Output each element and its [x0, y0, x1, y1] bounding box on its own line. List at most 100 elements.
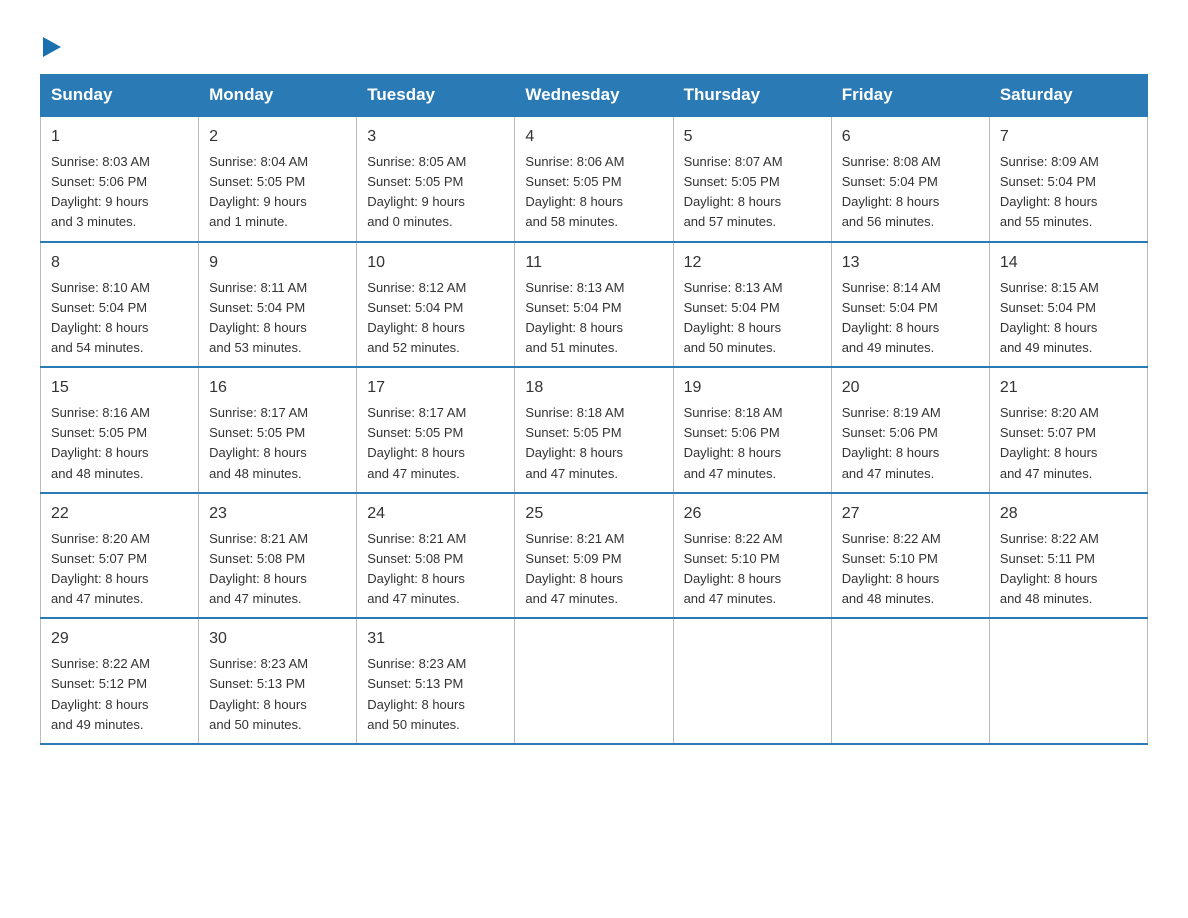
- weekday-header-monday: Monday: [199, 75, 357, 117]
- day-info: Sunrise: 8:07 AMSunset: 5:05 PMDaylight:…: [684, 152, 821, 233]
- page-header: [40, 30, 1148, 54]
- day-info: Sunrise: 8:17 AMSunset: 5:05 PMDaylight:…: [367, 403, 504, 484]
- calendar-cell: 24 Sunrise: 8:21 AMSunset: 5:08 PMDayligh…: [357, 493, 515, 619]
- calendar-cell: 6 Sunrise: 8:08 AMSunset: 5:04 PMDaylight…: [831, 116, 989, 242]
- calendar-cell: 29 Sunrise: 8:22 AMSunset: 5:12 PMDayligh…: [41, 618, 199, 744]
- day-info: Sunrise: 8:14 AMSunset: 5:04 PMDaylight:…: [842, 278, 979, 359]
- calendar-table: SundayMondayTuesdayWednesdayThursdayFrid…: [40, 74, 1148, 745]
- day-info: Sunrise: 8:16 AMSunset: 5:05 PMDaylight:…: [51, 403, 188, 484]
- day-number: 23: [209, 502, 346, 526]
- day-info: Sunrise: 8:03 AMSunset: 5:06 PMDaylight:…: [51, 152, 188, 233]
- day-info: Sunrise: 8:04 AMSunset: 5:05 PMDaylight:…: [209, 152, 346, 233]
- calendar-cell: 12Sunrise: 8:13 AMSunset: 5:04 PMDayligh…: [673, 242, 831, 368]
- calendar-cell: 28Sunrise: 8:22 AMSunset: 5:11 PMDayligh…: [989, 493, 1147, 619]
- day-number: 24: [367, 502, 504, 526]
- calendar-cell: 8 Sunrise: 8:10 AMSunset: 5:04 PMDaylight…: [41, 242, 199, 368]
- day-info: Sunrise: 8:23 AMSunset: 5:13 PMDaylight:…: [367, 654, 504, 735]
- day-number: 22: [51, 502, 188, 526]
- day-info: Sunrise: 8:19 AMSunset: 5:06 PMDaylight:…: [842, 403, 979, 484]
- day-number: 29: [51, 627, 188, 651]
- day-number: 30: [209, 627, 346, 651]
- calendar-cell: 27 Sunrise: 8:22 AMSunset: 5:10 PMDayligh…: [831, 493, 989, 619]
- day-number: 2: [209, 125, 346, 149]
- calendar-cell: 17 Sunrise: 8:17 AMSunset: 5:05 PMDayligh…: [357, 367, 515, 493]
- calendar-cell: 23 Sunrise: 8:21 AMSunset: 5:08 PMDayligh…: [199, 493, 357, 619]
- calendar-cell: 19 Sunrise: 8:18 AMSunset: 5:06 PMDayligh…: [673, 367, 831, 493]
- day-info: Sunrise: 8:20 AMSunset: 5:07 PMDaylight:…: [1000, 403, 1137, 484]
- day-number: 27: [842, 502, 979, 526]
- day-number: 16: [209, 376, 346, 400]
- day-number: 7: [1000, 125, 1137, 149]
- calendar-cell: 10 Sunrise: 8:12 AMSunset: 5:04 PMDayligh…: [357, 242, 515, 368]
- day-info: Sunrise: 8:05 AMSunset: 5:05 PMDaylight:…: [367, 152, 504, 233]
- day-number: 13: [842, 251, 979, 275]
- day-info: Sunrise: 8:21 AMSunset: 5:09 PMDaylight:…: [525, 529, 662, 610]
- week-row-5: 29 Sunrise: 8:22 AMSunset: 5:12 PMDayligh…: [41, 618, 1148, 744]
- day-info: Sunrise: 8:10 AMSunset: 5:04 PMDaylight:…: [51, 278, 188, 359]
- day-number: 20: [842, 376, 979, 400]
- week-row-1: 1 Sunrise: 8:03 AMSunset: 5:06 PMDaylight…: [41, 116, 1148, 242]
- day-number: 4: [525, 125, 662, 149]
- calendar-cell: [831, 618, 989, 744]
- weekday-header-sunday: Sunday: [41, 75, 199, 117]
- day-number: 21: [1000, 376, 1137, 400]
- day-number: 14: [1000, 251, 1137, 275]
- calendar-cell: 3Sunrise: 8:05 AMSunset: 5:05 PMDaylight…: [357, 116, 515, 242]
- day-number: 17: [367, 376, 504, 400]
- day-number: 31: [367, 627, 504, 651]
- weekday-header-friday: Friday: [831, 75, 989, 117]
- day-number: 1: [51, 125, 188, 149]
- calendar-cell: [673, 618, 831, 744]
- week-row-4: 22 Sunrise: 8:20 AMSunset: 5:07 PMDayligh…: [41, 493, 1148, 619]
- week-row-2: 8 Sunrise: 8:10 AMSunset: 5:04 PMDaylight…: [41, 242, 1148, 368]
- day-info: Sunrise: 8:20 AMSunset: 5:07 PMDaylight:…: [51, 529, 188, 610]
- weekday-header-wednesday: Wednesday: [515, 75, 673, 117]
- day-number: 11: [525, 251, 662, 275]
- day-info: Sunrise: 8:08 AMSunset: 5:04 PMDaylight:…: [842, 152, 979, 233]
- calendar-cell: 4 Sunrise: 8:06 AMSunset: 5:05 PMDaylight…: [515, 116, 673, 242]
- calendar-cell: 2 Sunrise: 8:04 AMSunset: 5:05 PMDaylight…: [199, 116, 357, 242]
- weekday-header-row: SundayMondayTuesdayWednesdayThursdayFrid…: [41, 75, 1148, 117]
- day-number: 8: [51, 251, 188, 275]
- calendar-cell: 15Sunrise: 8:16 AMSunset: 5:05 PMDayligh…: [41, 367, 199, 493]
- day-info: Sunrise: 8:12 AMSunset: 5:04 PMDaylight:…: [367, 278, 504, 359]
- calendar-cell: 13 Sunrise: 8:14 AMSunset: 5:04 PMDayligh…: [831, 242, 989, 368]
- day-info: Sunrise: 8:22 AMSunset: 5:12 PMDaylight:…: [51, 654, 188, 735]
- calendar-cell: 30 Sunrise: 8:23 AMSunset: 5:13 PMDayligh…: [199, 618, 357, 744]
- logo-text: [40, 30, 61, 62]
- day-info: Sunrise: 8:15 AMSunset: 5:04 PMDaylight:…: [1000, 278, 1137, 359]
- calendar-cell: 11Sunrise: 8:13 AMSunset: 5:04 PMDayligh…: [515, 242, 673, 368]
- day-number: 9: [209, 251, 346, 275]
- day-info: Sunrise: 8:21 AMSunset: 5:08 PMDaylight:…: [209, 529, 346, 610]
- day-number: 10: [367, 251, 504, 275]
- calendar-cell: 22 Sunrise: 8:20 AMSunset: 5:07 PMDayligh…: [41, 493, 199, 619]
- weekday-header-thursday: Thursday: [673, 75, 831, 117]
- day-info: Sunrise: 8:22 AMSunset: 5:10 PMDaylight:…: [842, 529, 979, 610]
- day-number: 12: [684, 251, 821, 275]
- day-info: Sunrise: 8:18 AMSunset: 5:06 PMDaylight:…: [684, 403, 821, 484]
- day-info: Sunrise: 8:22 AMSunset: 5:10 PMDaylight:…: [684, 529, 821, 610]
- calendar-cell: 5Sunrise: 8:07 AMSunset: 5:05 PMDaylight…: [673, 116, 831, 242]
- calendar-cell: 31 Sunrise: 8:23 AMSunset: 5:13 PMDayligh…: [357, 618, 515, 744]
- day-info: Sunrise: 8:23 AMSunset: 5:13 PMDaylight:…: [209, 654, 346, 735]
- day-info: Sunrise: 8:21 AMSunset: 5:08 PMDaylight:…: [367, 529, 504, 610]
- day-number: 28: [1000, 502, 1137, 526]
- calendar-cell: 16Sunrise: 8:17 AMSunset: 5:05 PMDayligh…: [199, 367, 357, 493]
- calendar-cell: 25Sunrise: 8:21 AMSunset: 5:09 PMDayligh…: [515, 493, 673, 619]
- calendar-cell: 1 Sunrise: 8:03 AMSunset: 5:06 PMDaylight…: [41, 116, 199, 242]
- day-info: Sunrise: 8:06 AMSunset: 5:05 PMDaylight:…: [525, 152, 662, 233]
- day-number: 26: [684, 502, 821, 526]
- calendar-cell: 21 Sunrise: 8:20 AMSunset: 5:07 PMDayligh…: [989, 367, 1147, 493]
- day-info: Sunrise: 8:11 AMSunset: 5:04 PMDaylight:…: [209, 278, 346, 359]
- calendar-cell: 14 Sunrise: 8:15 AMSunset: 5:04 PMDayligh…: [989, 242, 1147, 368]
- weekday-header-saturday: Saturday: [989, 75, 1147, 117]
- weekday-header-tuesday: Tuesday: [357, 75, 515, 117]
- logo: [40, 30, 61, 54]
- logo-arrow: [43, 30, 61, 62]
- calendar-cell: 20 Sunrise: 8:19 AMSunset: 5:06 PMDayligh…: [831, 367, 989, 493]
- day-number: 6: [842, 125, 979, 149]
- day-number: 19: [684, 376, 821, 400]
- calendar-cell: 18Sunrise: 8:18 AMSunset: 5:05 PMDayligh…: [515, 367, 673, 493]
- calendar-cell: [515, 618, 673, 744]
- calendar-cell: 9 Sunrise: 8:11 AMSunset: 5:04 PMDaylight…: [199, 242, 357, 368]
